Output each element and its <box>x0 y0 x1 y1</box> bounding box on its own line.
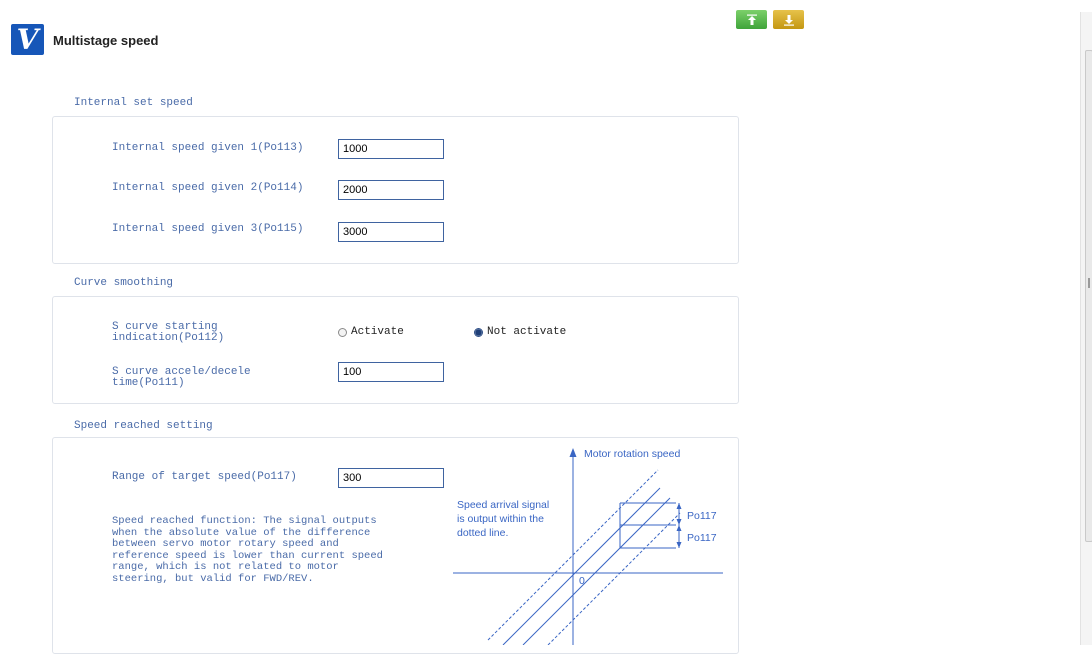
lower-band-label: Po117 <box>687 532 717 544</box>
radio-activate-dot[interactable] <box>338 327 347 337</box>
section-title-speed-reached: Speed reached setting <box>74 420 213 432</box>
radio-not-activate-label: Not activate <box>487 326 567 338</box>
internal-speed-3-input[interactable] <box>338 222 444 242</box>
speed-reached-description: Speed reached function: The signal outpu… <box>112 515 383 585</box>
section-title-curve-smoothing: Curve smoothing <box>74 277 174 289</box>
download-button[interactable] <box>773 10 804 29</box>
note-line-1: Speed arrival signal <box>457 499 549 511</box>
label-target-speed-range: Range of target speed(Po117) <box>112 471 297 483</box>
speed-arrival-note: Speed arrival signal is output within th… <box>457 499 552 539</box>
band-lower-dotted <box>547 512 681 645</box>
upper-band-label: Po117 <box>687 510 717 522</box>
upload-arrow-icon <box>746 14 757 25</box>
s-curve-time-input[interactable] <box>338 362 444 382</box>
internal-speed-1-input[interactable] <box>338 139 444 159</box>
target-speed-range-input[interactable] <box>338 468 444 488</box>
radio-not-activate-dot[interactable] <box>474 327 483 337</box>
note-line-3: dotted line. <box>457 527 508 539</box>
logo-text: V <box>16 23 39 56</box>
label-internal-speed-1: Internal speed given 1(Po113) <box>112 142 304 154</box>
axis-label-motor-speed: Motor rotation speed <box>584 448 680 460</box>
internal-speed-2-input[interactable] <box>338 180 444 200</box>
note-line-2: is output within the <box>457 513 544 525</box>
radio-activate[interactable]: Activate <box>338 326 404 338</box>
download-arrow-icon <box>783 14 794 26</box>
label-internal-speed-3: Internal speed given 3(Po115) <box>112 223 304 235</box>
section-title-internal-speed: Internal set speed <box>74 97 193 109</box>
page-title: Multistage speed <box>53 33 159 48</box>
label-internal-speed-2: Internal speed given 2(Po114) <box>112 182 304 194</box>
radio-not-activate[interactable]: Not activate <box>474 326 566 338</box>
y-axis-arrow <box>569 448 577 457</box>
label-s-curve-time: S curve accele/decele time(Po111) <box>112 366 251 389</box>
speed-line-upper <box>502 487 661 645</box>
speed-reached-diagram: Motor rotation speed Po117 Po117 0 Speed… <box>453 448 723 645</box>
scrollbar-thumb[interactable] <box>1085 50 1092 542</box>
origin-label: 0 <box>579 575 585 587</box>
app-logo: V <box>11 24 44 55</box>
scrollbar-grip <box>1088 278 1090 288</box>
label-s-curve-indication: S curve starting indication(Po112) <box>112 321 225 344</box>
upload-button[interactable] <box>736 10 767 29</box>
radio-activate-label: Activate <box>351 326 404 338</box>
